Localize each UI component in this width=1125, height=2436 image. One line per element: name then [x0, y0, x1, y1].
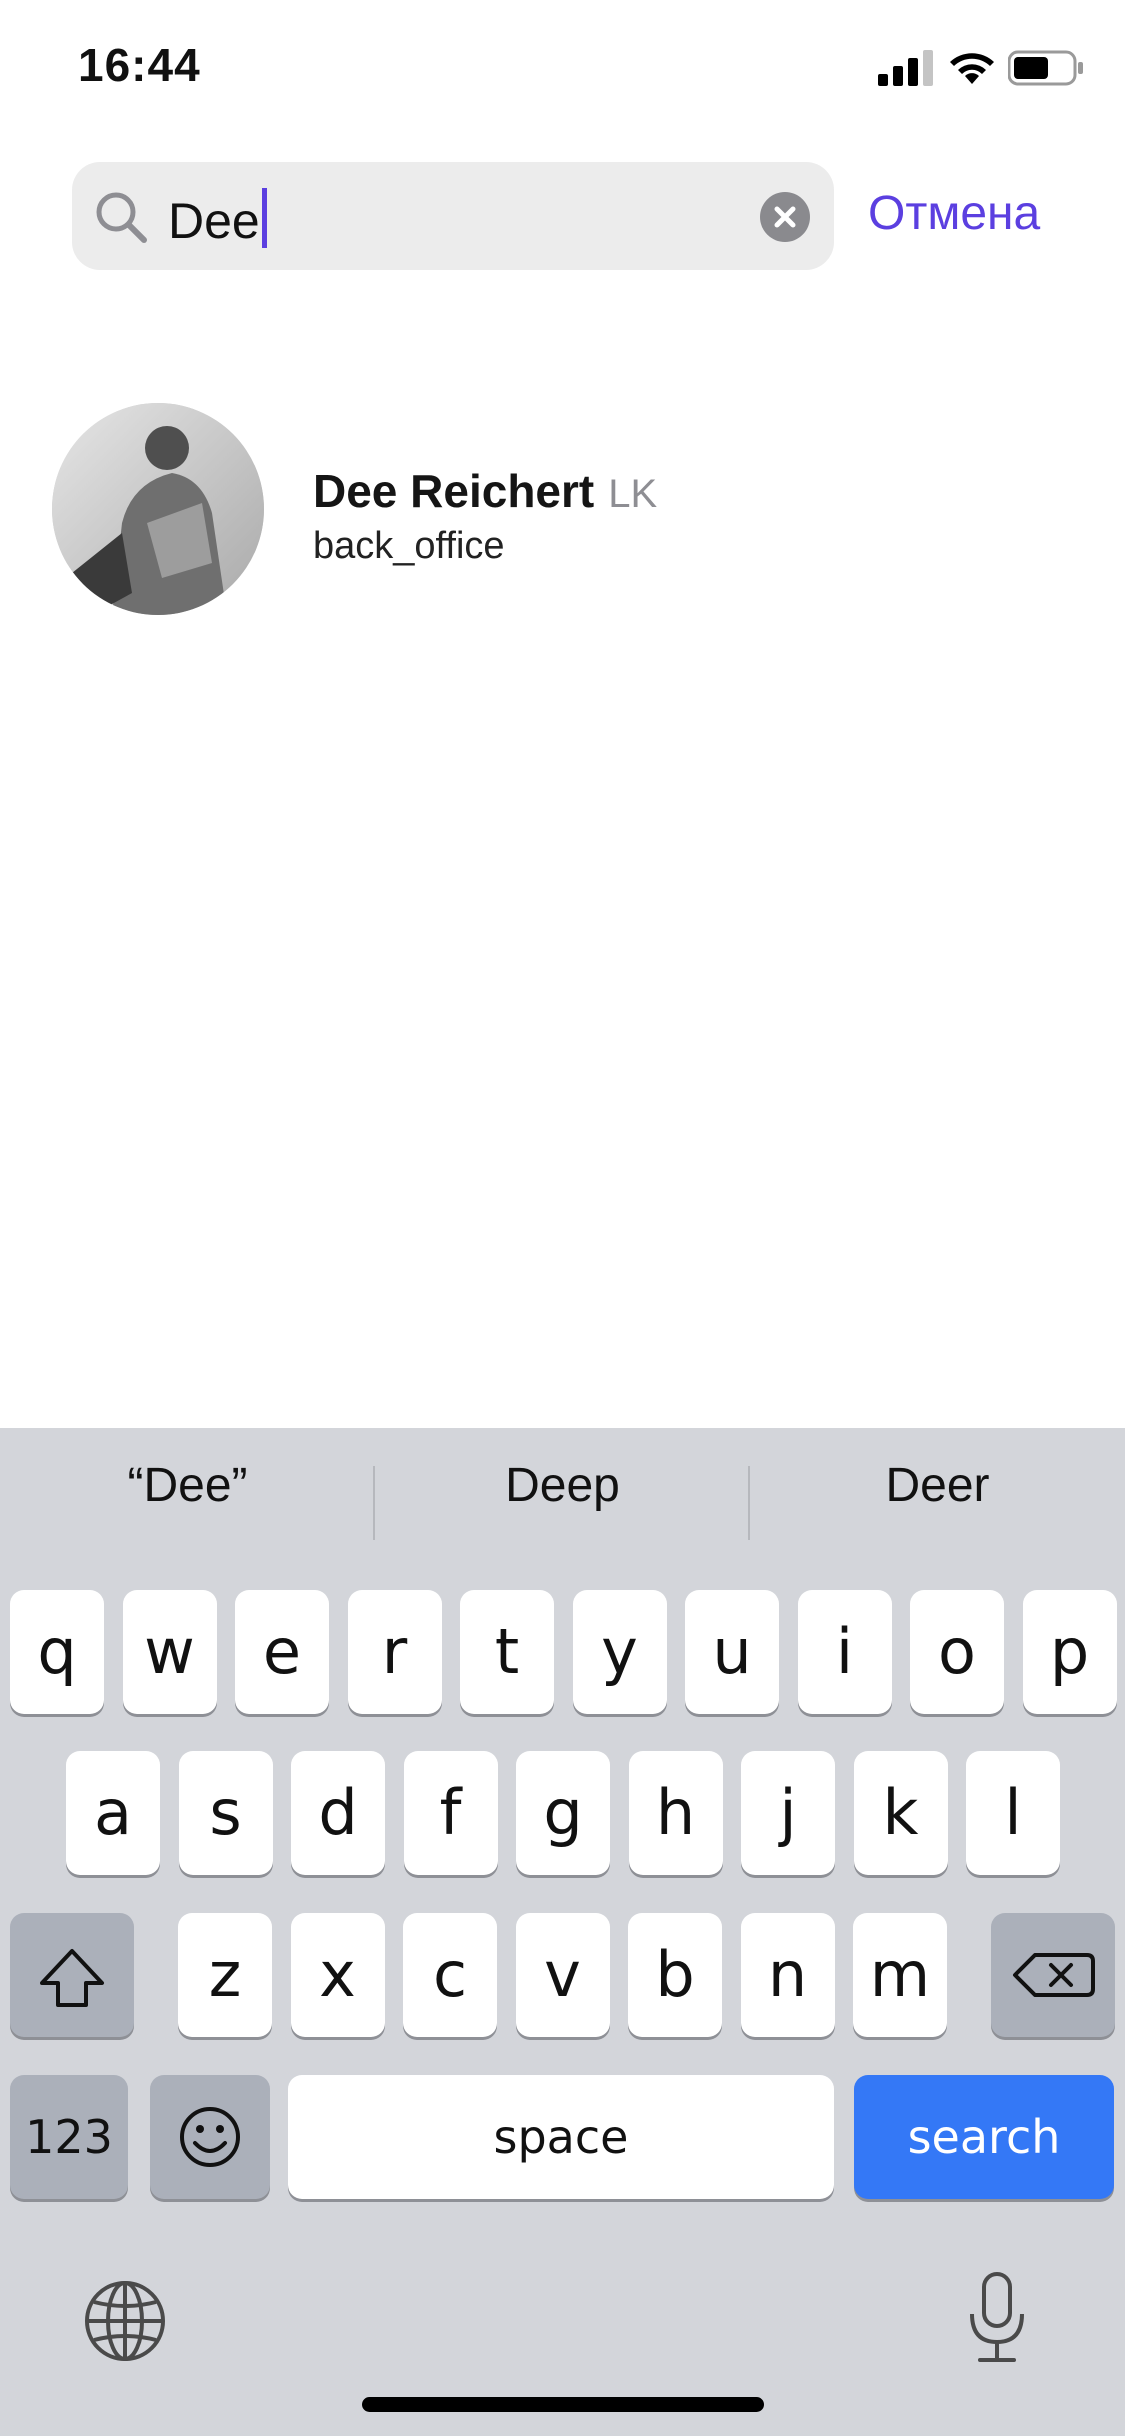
key-label: z	[208, 1938, 242, 2011]
wifi-icon	[950, 53, 994, 84]
key-label: m	[869, 1938, 931, 2011]
search-key-label: search	[907, 2110, 1061, 2164]
key-label: u	[712, 1615, 752, 1688]
key-j[interactable]: j	[741, 1751, 835, 1875]
key-q[interactable]: q	[10, 1590, 104, 1714]
suggestion-item[interactable]: “Dee”	[0, 1456, 375, 1516]
key-label: k	[882, 1776, 919, 1849]
key-label: x	[319, 1938, 356, 2011]
key-t[interactable]: t	[460, 1590, 554, 1714]
key-label: w	[144, 1615, 195, 1688]
key-l[interactable]: l	[966, 1751, 1060, 1875]
shift-key[interactable]	[10, 1913, 134, 2037]
search-input[interactable]: Dee	[72, 162, 834, 270]
result-title: Dee Reichert LK	[313, 463, 657, 522]
cancel-button[interactable]: Отмена	[868, 184, 1040, 244]
globe-icon[interactable]	[82, 2278, 168, 2364]
backspace-icon	[1013, 1953, 1095, 1997]
key-label: y	[601, 1615, 638, 1688]
shift-icon	[40, 1949, 104, 2007]
result-name: Dee Reichert	[313, 465, 595, 517]
cellular-signal-icon	[878, 50, 933, 86]
keyboard: “Dee” Deep Deer 123 space search q w e r…	[0, 1428, 1125, 2436]
result-subtitle: back_office	[313, 525, 505, 567]
key-label: b	[655, 1938, 695, 2011]
emoji-icon	[180, 2107, 240, 2167]
numbers-key-label: 123	[25, 2110, 113, 2164]
text-caret	[261, 188, 267, 248]
microphone-icon[interactable]	[962, 2270, 1032, 2366]
status-time: 16:44	[78, 39, 201, 91]
key-n[interactable]: n	[740, 1913, 835, 2037]
emoji-key[interactable]	[150, 2075, 270, 2199]
suggestion-item[interactable]: Deer	[750, 1456, 1125, 1516]
key-e[interactable]: e	[235, 1590, 329, 1714]
key-c[interactable]: c	[403, 1913, 497, 2037]
key-label: q	[37, 1615, 77, 1688]
key-label: t	[494, 1615, 520, 1688]
key-h[interactable]: h	[628, 1751, 723, 1875]
key-b[interactable]: b	[628, 1913, 722, 2037]
key-label: v	[544, 1938, 581, 2011]
key-label: n	[767, 1938, 808, 2011]
backspace-key[interactable]	[991, 1913, 1115, 2037]
result-tag: LK	[608, 472, 658, 516]
search-key[interactable]: search	[854, 2075, 1114, 2199]
key-o[interactable]: o	[910, 1590, 1004, 1714]
status-bar: 16:44	[0, 0, 1125, 140]
search-query[interactable]: Dee	[168, 188, 267, 249]
key-label: s	[209, 1776, 242, 1849]
list-item[interactable]: Dee Reichert LK back_office	[0, 395, 1125, 625]
key-a[interactable]: a	[66, 1751, 160, 1875]
key-label: e	[262, 1615, 302, 1688]
clear-search-button[interactable]	[760, 192, 810, 242]
key-x[interactable]: x	[290, 1913, 385, 2037]
clear-icon	[774, 206, 796, 228]
key-d[interactable]: d	[291, 1751, 385, 1875]
key-y[interactable]: y	[572, 1590, 667, 1714]
key-label: a	[94, 1776, 132, 1849]
battery-icon	[1008, 50, 1083, 86]
key-label: d	[318, 1776, 358, 1849]
key-label: p	[1049, 1615, 1090, 1688]
key-u[interactable]: u	[685, 1590, 779, 1714]
key-f[interactable]: f	[403, 1751, 498, 1875]
key-label: i	[835, 1615, 854, 1688]
suggestion-item[interactable]: Deep	[375, 1456, 750, 1516]
key-label: c	[432, 1938, 468, 2011]
key-label: l	[1004, 1776, 1022, 1849]
avatar-photo	[52, 403, 264, 615]
space-key-label: space	[493, 2110, 629, 2164]
key-label: j	[779, 1776, 797, 1849]
search-icon	[96, 192, 147, 243]
space-key[interactable]: space	[288, 2075, 834, 2199]
key-k[interactable]: k	[853, 1751, 948, 1875]
key-z[interactable]: z	[178, 1913, 272, 2037]
suggestion-bar: “Dee” Deep Deer	[0, 1428, 1125, 1548]
key-p[interactable]: p	[1022, 1590, 1117, 1714]
key-label: o	[938, 1615, 976, 1688]
key-g[interactable]: g	[516, 1751, 610, 1875]
key-m[interactable]: m	[853, 1913, 947, 2037]
key-label: f	[439, 1776, 462, 1849]
numbers-key[interactable]: 123	[10, 2075, 128, 2199]
key-label: h	[655, 1776, 696, 1849]
key-i[interactable]: i	[797, 1590, 892, 1714]
home-indicator	[362, 2397, 764, 2412]
key-w[interactable]: w	[122, 1590, 217, 1714]
key-s[interactable]: s	[178, 1751, 273, 1875]
avatar	[52, 403, 264, 615]
key-label: r	[381, 1615, 408, 1688]
key-label: g	[543, 1776, 583, 1849]
key-v[interactable]: v	[515, 1913, 610, 2037]
key-r[interactable]: r	[347, 1590, 442, 1714]
